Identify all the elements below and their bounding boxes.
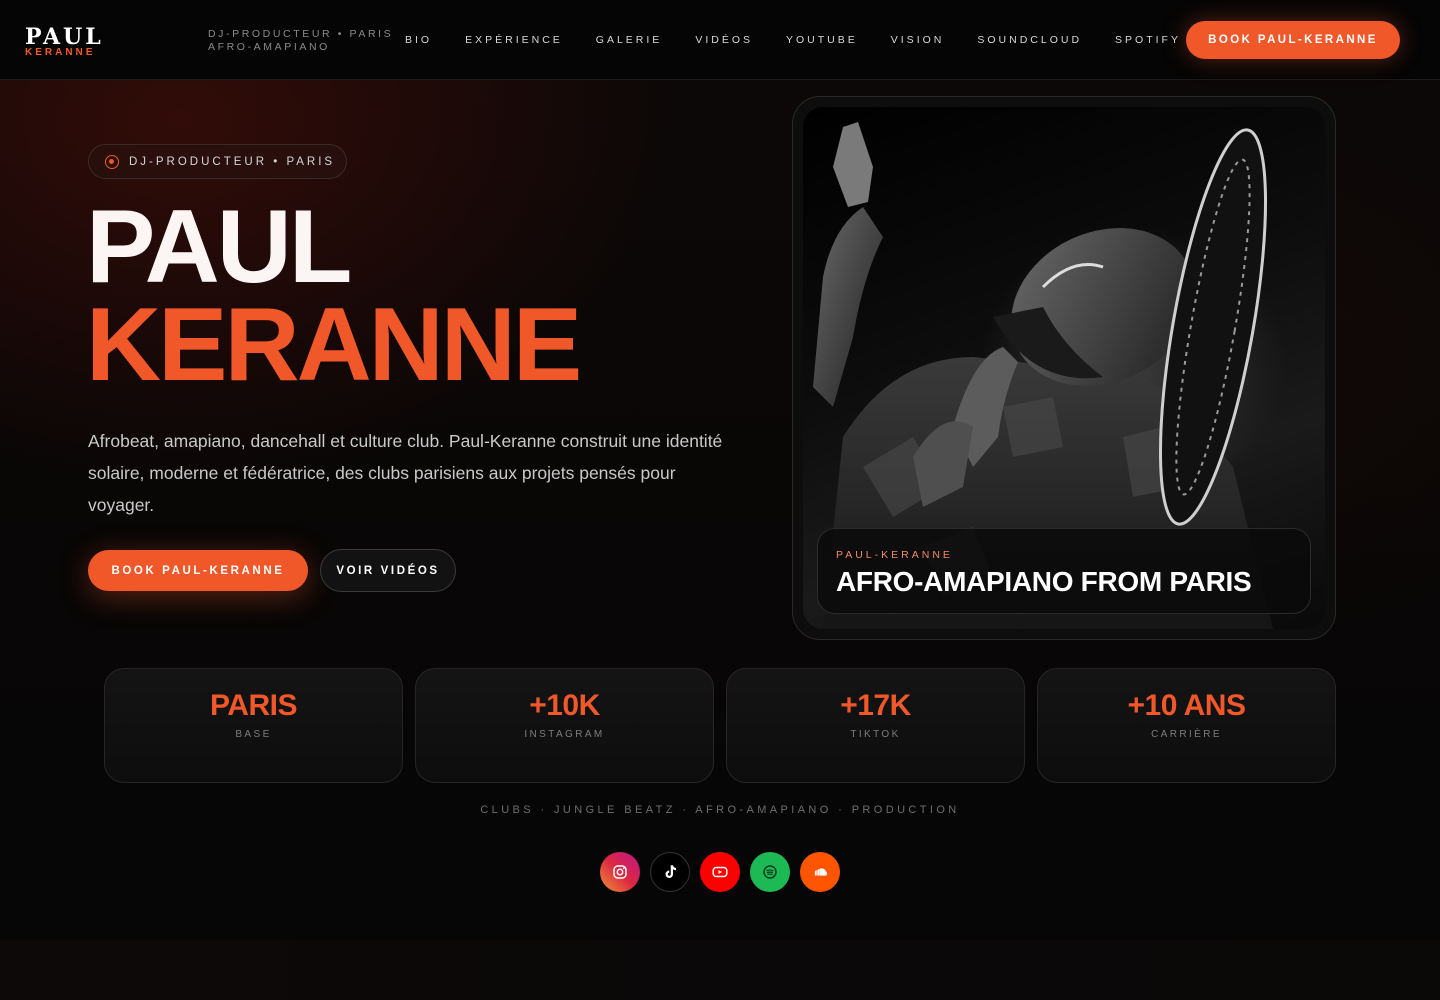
watch-videos-button[interactable]: VOIR VIDÉOS [320,549,456,592]
artist-photo: PAUL-KERANNE AFRO-AMAPIANO FROM PARIS [803,107,1325,629]
nav-link-spotify[interactable]: SPOTIFY [1115,34,1181,46]
book-button-hero[interactable]: BOOK PAUL-KERANNE [88,550,308,591]
nav-link-experience[interactable]: EXPÉRIENCE [465,34,563,46]
photo-caption: PAUL-KERANNE AFRO-AMAPIANO FROM PARIS [817,528,1311,614]
youtube-icon[interactable] [700,852,740,892]
next-section-edge [0,940,1440,1000]
stat-label: BASE [235,729,272,740]
stat-label: CARRIÈRE [1151,729,1222,740]
stat-card-instagram: +10K INSTAGRAM [415,668,714,783]
stat-card-tiktok: +17K TIKTOK [726,668,1025,783]
vinyl-icon [105,154,119,169]
stat-label: TIKTOK [850,729,901,740]
hero-last-name: KERANNE [86,287,582,403]
site-logo[interactable]: PAUL KERANNE [25,26,104,58]
tiktok-icon[interactable] [650,852,690,892]
hero-photo-card: PAUL-KERANNE AFRO-AMAPIANO FROM PARIS [792,96,1336,640]
stat-label: INSTAGRAM [524,729,605,740]
nav-link-bio[interactable]: BIO [405,34,432,46]
caption-headline: AFRO-AMAPIANO FROM PARIS [836,566,1252,597]
hero-description: Afrobeat, amapiano, dancehall et culture… [88,431,723,515]
stat-value: PARIS [210,689,297,722]
hero-first-name: PAUL [86,189,352,305]
nav-link-galerie[interactable]: GALERIE [596,34,663,46]
top-navbar: PAUL KERANNE DJ-PRODUCTEUR • PARIS AFRO-… [0,0,1440,80]
stat-card-base: PARIS BASE [104,668,403,783]
nav-link-soundcloud[interactable]: SOUNDCLOUD [977,34,1082,46]
spotify-icon[interactable] [750,852,790,892]
logo-top-text: PAUL [25,24,104,50]
hero-title: PAUL KERANNE [86,189,582,403]
tagline-line-2: AFRO-AMAPIANO [208,41,330,53]
logo-bottom-text: KERANNE [25,47,96,58]
genre-tags-line: CLUBS · JUNGLE BEATZ · AFRO-AMAPIANO · P… [480,804,960,816]
caption-artist-name: PAUL-KERANNE [836,549,953,561]
instagram-icon[interactable] [600,852,640,892]
stat-card-career: +10 ANS CARRIÈRE [1037,668,1336,783]
nav-link-videos[interactable]: VIDÉOS [695,34,753,46]
nav-links: BIO EXPÉRIENCE GALERIE VIDÉOS YOUTUBE VI… [405,34,1214,46]
hero-pill-badge: DJ-PRODUCTEUR • PARIS [88,144,347,179]
book-button-nav[interactable]: BOOK PAUL-KERANNE [1186,21,1400,59]
stat-value: +10K [529,689,600,722]
hero-pill-text: DJ-PRODUCTEUR • PARIS [129,155,336,168]
nav-link-vision[interactable]: VISION [891,34,945,46]
tagline-line-1: DJ-PRODUCTEUR • PARIS [208,28,394,40]
social-links [600,852,850,892]
stat-value: +10 ANS [1127,689,1246,722]
soundcloud-icon[interactable] [800,852,840,892]
stat-value: +17K [840,689,911,722]
nav-link-youtube[interactable]: YOUTUBE [786,34,858,46]
nav-tagline: DJ-PRODUCTEUR • PARIS AFRO-AMAPIANO [208,28,393,54]
